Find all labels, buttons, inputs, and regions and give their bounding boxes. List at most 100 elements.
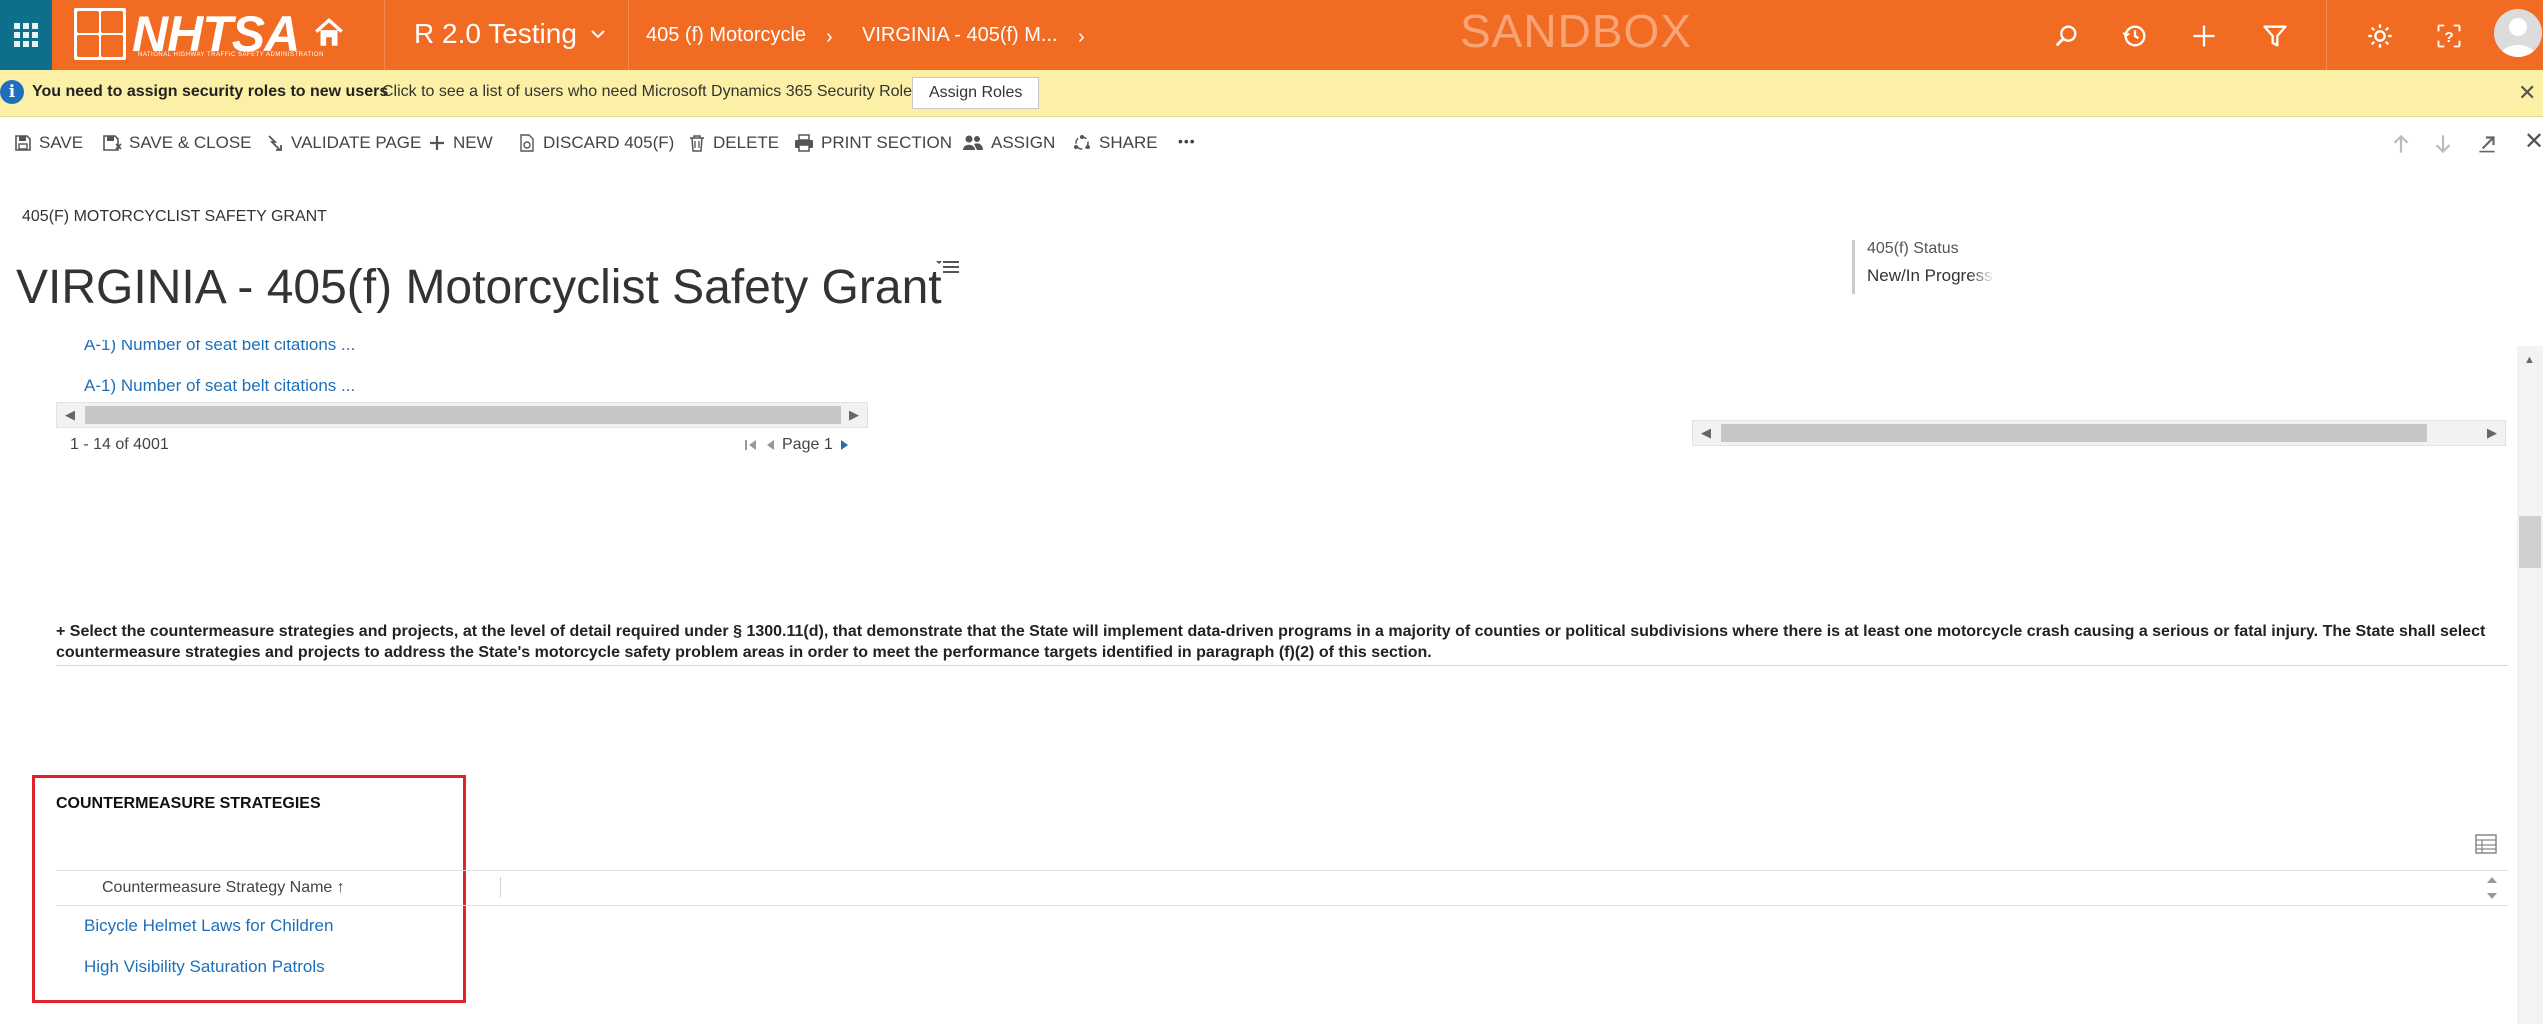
delete-label: DELETE <box>713 133 780 152</box>
page-vertical-scrollbar[interactable]: ▲ <box>2517 346 2543 1024</box>
scroll-right-icon[interactable]: ▶ <box>849 407 859 423</box>
save-button[interactable]: SAVE <box>14 133 83 153</box>
assign-button[interactable]: ASSIGN <box>962 133 1055 153</box>
logo-subtext: NATIONAL HIGHWAY TRAFFIC SAFETY ADMINIST… <box>138 52 324 58</box>
delete-button[interactable]: DELETE <box>688 133 779 153</box>
divider <box>56 665 2508 666</box>
plus-icon <box>430 136 444 150</box>
form-selector-icon[interactable] <box>936 256 960 276</box>
info-icon: i <box>0 80 24 104</box>
user-icon <box>2500 18 2536 57</box>
arrow-up-icon[interactable] <box>2388 131 2414 157</box>
waffle-icon <box>14 23 38 47</box>
subgrid-horizontal-scrollbar[interactable]: ◀ ▶ <box>56 402 868 428</box>
previous-page-icon[interactable] <box>764 438 776 452</box>
scrollbar-thumb[interactable] <box>1721 424 2427 442</box>
notification-title: You need to assign security roles to new… <box>32 83 389 100</box>
app-launcher-button[interactable] <box>0 0 52 70</box>
assign-label: ASSIGN <box>991 133 1056 152</box>
subgrid-row-link[interactable]: A-1) Number of seat belt citations ... <box>84 376 355 396</box>
notification-message[interactable]: Click to see a list of users who need Mi… <box>382 83 924 101</box>
scroll-right-icon[interactable]: ▶ <box>2487 425 2497 441</box>
nhtsa-emblem-icon <box>74 8 126 60</box>
first-page-icon[interactable] <box>744 438 758 452</box>
help-icon[interactable]: ? <box>2435 22 2463 50</box>
column-header-strategy-name[interactable]: Countermeasure Strategy Name ↑ <box>102 879 345 897</box>
grid-vertical-scroll[interactable] <box>2484 872 2500 904</box>
share-button[interactable]: SHARE <box>1072 133 1158 153</box>
new-button[interactable]: NEW <box>428 133 493 153</box>
next-page-icon[interactable] <box>839 438 851 452</box>
printer-icon <box>795 134 813 152</box>
sort-ascending-icon: ↑ <box>336 879 345 896</box>
status-label: 405(f) Status <box>1867 240 1959 257</box>
filter-icon[interactable] <box>2261 22 2289 50</box>
status-field: 405(f) Status New/In Progress <box>1852 240 1995 294</box>
subgrid-row-link[interactable]: A-1) Number of seat belt citations ... <box>84 340 355 355</box>
svg-text:?: ? <box>2444 29 2453 46</box>
countermeasure-section-title: COUNTERMEASURE STRATEGIES <box>56 795 321 812</box>
trash-icon <box>690 135 704 152</box>
record-title: VIRGINIA - 405(f) Motorcyclist Safety Gr… <box>16 261 942 315</box>
validate-page-button[interactable]: VALIDATE PAGE <box>266 133 421 153</box>
scrollbar-thumb[interactable] <box>2519 516 2541 568</box>
chevron-down-icon[interactable] <box>588 24 608 44</box>
environment-label: SANDBOX <box>1460 5 1692 57</box>
search-icon[interactable] <box>2052 22 2080 50</box>
save-icon <box>15 135 31 151</box>
breadcrumb-record[interactable]: VIRGINIA - 405(f) M... <box>862 24 1058 47</box>
validate-page-label: VALIDATE PAGE <box>291 133 422 152</box>
scroll-left-icon[interactable]: ◀ <box>65 407 75 423</box>
new-label: NEW <box>453 133 493 152</box>
entity-label: 405(F) MOTORCYCLIST SAFETY GRANT <box>22 208 327 225</box>
breadcrumb-area[interactable]: 405 (f) Motorcycle <box>646 24 806 47</box>
home-icon[interactable] <box>312 16 346 50</box>
share-label: SHARE <box>1099 133 1158 152</box>
discard-label: DISCARD 405(F) <box>543 133 675 152</box>
share-icon <box>1074 135 1090 150</box>
plus-icon[interactable] <box>2190 22 2218 50</box>
arrow-down-icon[interactable] <box>2430 131 2456 157</box>
notification-bar: i You need to assign security roles to n… <box>0 70 2543 117</box>
assign-users-icon <box>963 135 983 150</box>
recent-history-icon[interactable] <box>2121 22 2149 50</box>
form-body: A-1) Number of seat belt citations ... A… <box>0 340 2543 1024</box>
horizontal-scrollbar[interactable]: ◀ ▶ <box>1692 420 2506 446</box>
gear-icon[interactable] <box>2366 22 2394 50</box>
page-label: Page 1 <box>782 436 833 453</box>
column-divider[interactable] <box>500 877 501 897</box>
discard-icon <box>520 134 534 152</box>
more-commands-button[interactable]: ••• <box>1178 133 1196 149</box>
print-section-button[interactable]: PRINT SECTION <box>794 133 952 153</box>
scrollbar-thumb[interactable] <box>85 406 841 424</box>
nav-divider <box>384 0 385 70</box>
section-instructions: + Select the countermeasure strategies a… <box>56 623 2486 661</box>
countermeasure-row-link[interactable]: High Visibility Saturation Patrols <box>84 957 325 977</box>
save-close-icon <box>103 135 122 151</box>
app-name[interactable]: R 2.0 Testing <box>414 18 577 50</box>
record-count: 1 - 14 of 4001 <box>70 436 169 453</box>
countermeasure-row-link[interactable]: Bicycle Helmet Laws for Children <box>84 916 333 936</box>
save-close-label: SAVE & CLOSE <box>129 133 252 152</box>
pop-out-icon[interactable] <box>2474 131 2500 157</box>
column-header-label: Countermeasure Strategy Name <box>102 879 333 896</box>
discard-button[interactable]: DISCARD 405(F) <box>518 133 674 153</box>
command-bar: SAVE SAVE & CLOSE VALIDATE PAGE NEW DISC… <box>0 117 2543 172</box>
top-navigation-bar: NHTSA NATIONAL HIGHWAY TRAFFIC SAFETY AD… <box>0 0 2543 70</box>
scroll-up-icon[interactable]: ▲ <box>2524 354 2535 366</box>
close-form-icon[interactable]: ✕ <box>2524 127 2543 155</box>
chevron-right-icon[interactable]: › <box>1078 26 1085 49</box>
chevron-right-icon: › <box>826 26 833 48</box>
status-value: New/In Progress <box>1867 266 1993 285</box>
assign-roles-button[interactable]: Assign Roles <box>912 77 1040 109</box>
close-icon[interactable]: ✕ <box>2518 80 2536 106</box>
nav-divider <box>2326 0 2327 70</box>
save-and-close-button[interactable]: SAVE & CLOSE <box>102 133 252 153</box>
save-label: SAVE <box>39 133 84 152</box>
scroll-left-icon[interactable]: ◀ <box>1701 425 1711 441</box>
grid-view-icon[interactable] <box>2475 834 2497 854</box>
nav-divider <box>628 0 629 70</box>
validate-icon <box>268 135 282 151</box>
print-section-label: PRINT SECTION <box>821 133 952 152</box>
user-avatar[interactable] <box>2494 9 2542 57</box>
